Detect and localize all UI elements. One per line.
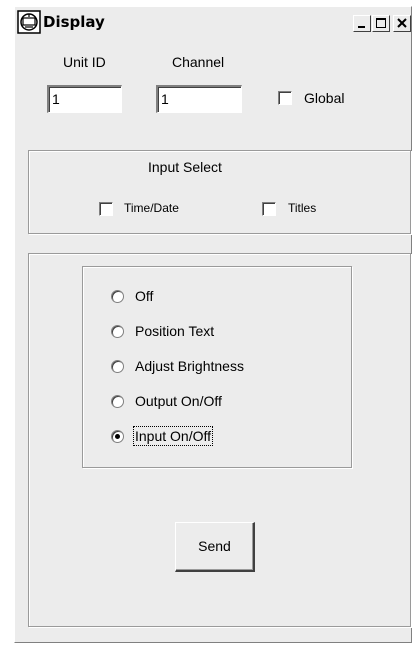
- radio-adjust-brightness-label[interactable]: Adjust Brightness: [135, 358, 244, 374]
- minimize-button[interactable]: [353, 15, 371, 32]
- global-label[interactable]: Global: [304, 90, 344, 106]
- radio-position-text[interactable]: [111, 325, 124, 338]
- radio-output-on-off-label[interactable]: Output On/Off: [135, 393, 222, 409]
- maximize-button[interactable]: [372, 15, 390, 32]
- time-date-checkbox[interactable]: [99, 202, 113, 216]
- radio-input-on-off-label[interactable]: Input On/Off: [132, 426, 214, 446]
- radio-position-text-label[interactable]: Position Text: [135, 323, 214, 339]
- radio-off-label[interactable]: Off: [135, 288, 153, 304]
- radio-adjust-brightness[interactable]: [111, 360, 124, 373]
- minimize-icon: [358, 26, 365, 28]
- time-date-label[interactable]: Time/Date: [124, 201, 179, 215]
- mode-radio-group: Off Position Text Adjust Brightness Outp…: [82, 266, 352, 468]
- channel-input[interactable]: 1: [156, 85, 242, 113]
- close-button[interactable]: [393, 15, 411, 32]
- unit-id-input[interactable]: 1: [47, 85, 122, 113]
- radio-off[interactable]: [111, 290, 124, 303]
- display-app-icon[interactable]: [17, 10, 41, 34]
- mode-group: Off Position Text Adjust Brightness Outp…: [28, 253, 411, 627]
- send-button[interactable]: Send: [175, 522, 255, 572]
- radio-input-on-off[interactable]: [111, 430, 124, 443]
- titles-checkbox[interactable]: [262, 202, 276, 216]
- titles-label[interactable]: Titles: [288, 201, 316, 215]
- close-icon: [397, 18, 407, 28]
- radio-output-on-off[interactable]: [111, 395, 124, 408]
- global-checkbox[interactable]: [278, 91, 292, 105]
- title-bar[interactable]: Display: [15, 7, 411, 37]
- unit-id-label: Unit ID: [63, 54, 106, 70]
- channel-label: Channel: [172, 54, 225, 70]
- display-window: Display Unit ID 1 Channel 1 Global Input…: [14, 6, 412, 643]
- maximize-icon: [376, 18, 386, 28]
- window-title: Display: [43, 13, 105, 31]
- input-select-title: Input Select: [148, 159, 222, 175]
- input-select-group: Input Select Time/Date Titles: [28, 150, 411, 234]
